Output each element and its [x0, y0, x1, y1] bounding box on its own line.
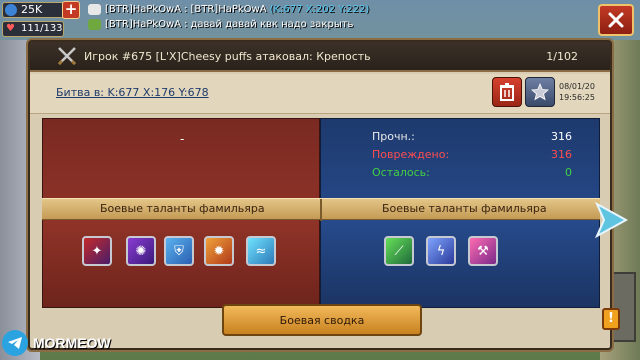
- heart-icon: ♥: [6, 23, 15, 34]
- hp-value: 111/133: [21, 23, 63, 34]
- add-gems-button[interactable]: +: [62, 1, 80, 19]
- hp-indicator: ♥ 111/133: [2, 21, 64, 37]
- stat-value: 316: [551, 148, 572, 161]
- talent-slot[interactable]: ⟋: [384, 236, 414, 266]
- talent-slot[interactable]: ϟ: [426, 236, 456, 266]
- trash-icon: [500, 83, 514, 101]
- battle-summary-button[interactable]: Боевая сводка: [222, 304, 422, 336]
- telegram-icon: [2, 330, 28, 356]
- stat-label: Прочн.:: [372, 130, 415, 143]
- shadow-icon: ✺: [135, 243, 147, 259]
- talent-slot[interactable]: ≈: [246, 236, 276, 266]
- chat-message[interactable]: [BTR]HaPkOwA : давай давай квк надо закр…: [88, 17, 508, 32]
- alert-badge[interactable]: !: [602, 308, 620, 330]
- talent-slot[interactable]: ✹: [204, 236, 234, 266]
- stat-damaged: Повреждено: 316: [372, 148, 572, 166]
- gem-icon: [5, 4, 17, 16]
- talent-slot[interactable]: ⛨: [164, 236, 194, 266]
- stat-label: Повреждено:: [372, 148, 450, 161]
- fire-icon: ✹: [213, 243, 225, 259]
- crossed-swords-icon: [57, 47, 77, 66]
- report-subheader: Битва в: K:677 X:176 Y:678 08/01/20 19:5…: [30, 74, 610, 114]
- defender-stats: Прочн.: 316 Повреждено: 316 Осталось: 0: [372, 130, 572, 184]
- chat-coords-link[interactable]: (K:677 X:202 Y:222): [270, 4, 370, 15]
- stat-value: 0: [565, 166, 572, 179]
- attacker-talents-title: Боевые таланты фамильяра: [100, 202, 265, 215]
- report-time: 19:56:25: [559, 93, 595, 102]
- stat-value: 316: [551, 130, 572, 143]
- attacker-placeholder: -: [180, 132, 185, 146]
- star-icon: [531, 83, 549, 101]
- battle-report-panel: Игрок #675 [L'X]Cheesy puffs атаковал: К…: [28, 40, 612, 350]
- watermark-text: MORMEOW: [33, 335, 111, 351]
- talents-divider: [320, 199, 322, 221]
- report-title: Игрок #675 [L'X]Cheesy puffs атаковал: К…: [84, 50, 371, 63]
- talent-slot[interactable]: ✺: [126, 236, 156, 266]
- chat-sender: [BTR]HaPkOwA: [105, 19, 182, 30]
- chat-feed[interactable]: [BTR]HaPkOwA : [BTR]HaPkOwA (K:677 X:202…: [88, 2, 508, 34]
- defender-talents-title: Боевые таланты фамильяра: [382, 202, 547, 215]
- report-page-counter: 1/102: [546, 50, 578, 63]
- delete-report-button[interactable]: [492, 77, 522, 107]
- close-icon: [608, 12, 624, 28]
- wind-icon: ≈: [255, 243, 267, 259]
- claw-icon: ✦: [91, 243, 103, 259]
- shield-icon: ⛨: [174, 243, 184, 259]
- stat-remaining: Осталось: 0: [372, 166, 572, 184]
- familiar-talents-bar: Боевые таланты фамильяра Боевые таланты …: [42, 198, 600, 221]
- stat-label: Осталось:: [372, 166, 430, 179]
- chat-text: давай давай квк надо закрыть: [190, 19, 354, 30]
- guild-chat-icon: [88, 19, 101, 30]
- chat-sender: [BTR]HaPkOwA: [105, 4, 182, 15]
- close-button[interactable]: [598, 4, 634, 36]
- poison-icon: ⟋: [394, 243, 404, 259]
- arrow-right-icon: [594, 201, 629, 239]
- talent-slot[interactable]: ⚒: [468, 236, 498, 266]
- chat-bubble-icon: [88, 4, 101, 15]
- report-header: Игрок #675 [L'X]Cheesy puffs атаковал: К…: [30, 42, 610, 72]
- chat-separator: :: [184, 4, 188, 15]
- report-date: 08/01/20: [559, 82, 595, 91]
- next-report-button[interactable]: [592, 200, 630, 240]
- chat-separator: :: [184, 19, 188, 30]
- report-timestamp: 08/01/20 19:56:25: [559, 81, 595, 103]
- power-value: 25K: [21, 3, 43, 16]
- battle-location-link[interactable]: Битва в: K:677 X:176 Y:678: [56, 86, 209, 99]
- lightning-icon: ϟ: [436, 243, 446, 259]
- talent-slot[interactable]: ✦: [82, 236, 112, 266]
- hammer-icon: ⚒: [477, 243, 489, 259]
- chat-text: [BTR]HaPkOwA: [190, 4, 267, 15]
- watermark: MORMEOW: [2, 330, 111, 356]
- chat-message[interactable]: [BTR]HaPkOwA : [BTR]HaPkOwA (K:677 X:202…: [88, 2, 508, 17]
- favorite-report-button[interactable]: [525, 77, 555, 107]
- stat-durability: Прочн.: 316: [372, 130, 572, 148]
